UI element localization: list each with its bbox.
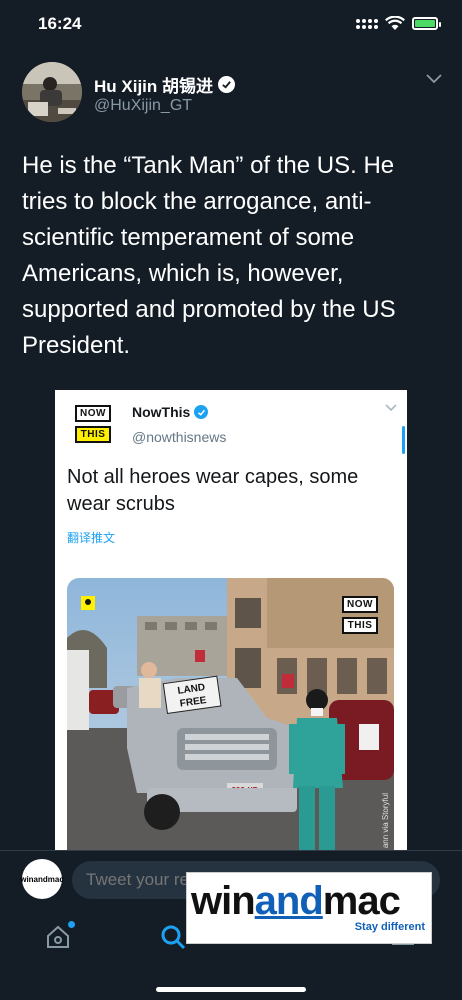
search-tab[interactable] [160,924,188,952]
translate-tweet-link[interactable]: 翻译推文 [67,529,115,546]
tweet-text: He is the “Tank Man” of the US. He tries… [22,152,396,359]
verified-badge-icon [218,76,235,93]
nowthis-logo: NOW THIS [75,405,111,443]
chevron-down-icon[interactable] [426,74,442,84]
quoted-tweet-card[interactable]: NOW THIS NowThis @nowthisnews Not all he… [55,390,407,860]
user-avatar[interactable]: winandmac [20,859,64,899]
new-content-dot [68,921,75,928]
winandmac-watermark: winandmac Stay different [186,872,432,944]
status-icons [356,16,441,31]
author-name[interactable]: Hu Xijin 胡锡进 [94,72,235,97]
battery-icon [412,17,441,30]
watermark-tagline: Stay different [354,921,425,933]
author-avatar[interactable] [22,62,82,122]
wifi-icon [385,16,405,30]
status-bar: 16:24 [0,0,462,50]
scrollbar[interactable] [402,426,405,454]
nowthis-watermark-logo: NOW THIS [342,596,378,634]
status-time: 16:24 [38,14,82,33]
author-name-text: Hu Xijin 胡锡进 [94,77,213,96]
search-icon [161,925,186,950]
author-handle: @HuXijin_GT [94,97,193,114]
cellular-signal-icon [356,18,378,29]
home-icon [47,925,69,948]
watermark-logo-text: winandmac [191,879,401,923]
quoted-author-name-text: NowThis [132,404,191,420]
home-tab[interactable] [45,921,75,952]
tweet-header: Hu Xijin 胡锡进 @HuXijin_GT [22,62,442,126]
quoted-author-name[interactable]: NowThis [132,404,209,420]
quoted-author-handle: @nowthisnews [132,429,227,445]
media-credit: ann via Storyful [381,792,390,848]
chevron-down-icon[interactable] [385,404,397,412]
home-indicator[interactable] [156,987,306,992]
verified-badge-icon [194,405,209,419]
video-media[interactable]: 393-XD LAND FREE [67,578,394,860]
quoted-tweet-text: Not all heroes wear capes, some wear scr… [67,466,359,515]
